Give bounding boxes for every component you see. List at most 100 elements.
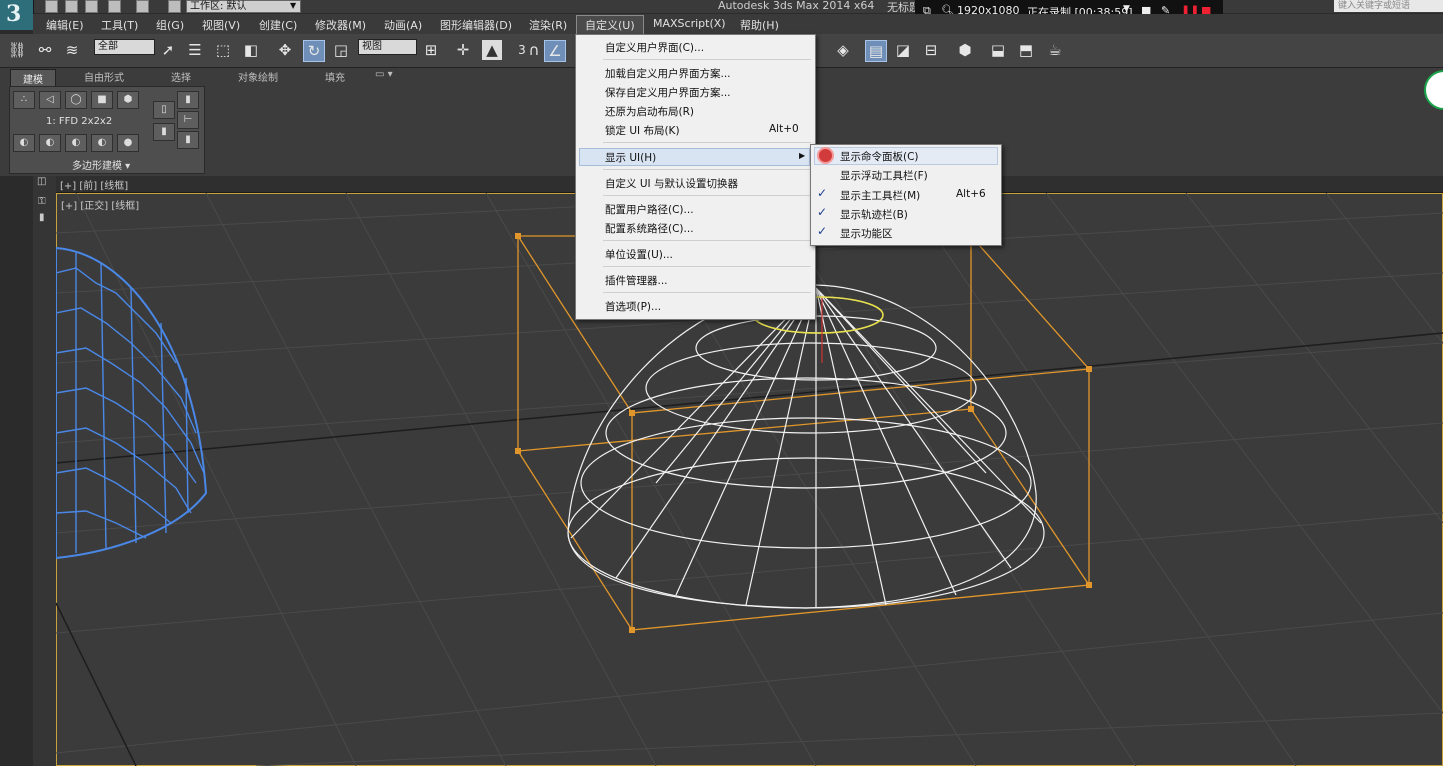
material-editor-icon[interactable]: ⬢ [955, 40, 975, 60]
layer-manager-icon[interactable]: ◈ [833, 40, 853, 60]
edge-mode-icon[interactable]: ◁ [39, 91, 61, 109]
menu-item-show-ribbon[interactable]: 显示功能区 [840, 226, 893, 241]
menu-item-show-main-toolbar[interactable]: 显示主工具栏(M) [840, 188, 920, 203]
new-file-icon[interactable] [45, 0, 58, 13]
keyboard-shortcut-override-icon[interactable]: ▲ [482, 40, 502, 60]
ribbon-tool-icon[interactable]: ⊢ [177, 111, 199, 129]
menu-item-show-ui[interactable]: 显示 UI(H) [605, 150, 656, 165]
menu-item-load-ui-scheme[interactable]: 加载自定义用户界面方案... [605, 66, 731, 81]
reference-coordinate-select[interactable]: 视图 [358, 39, 417, 55]
menu-separator [603, 240, 811, 241]
select-object-icon[interactable]: ➚ [158, 40, 178, 60]
menu-graph-editors[interactable]: 图形编辑器(D) [440, 17, 512, 33]
make-unique-icon[interactable]: ◐ [65, 134, 87, 152]
rect-selection-icon[interactable]: ⬚ [213, 40, 233, 60]
project-folder-icon[interactable] [168, 0, 181, 13]
viewport-label[interactable]: [+] [正交] [线框] [61, 197, 139, 212]
menu-item-system-paths[interactable]: 配置系统路径(C)... [605, 221, 694, 236]
checkmark-icon: ✓ [817, 186, 828, 200]
scale-icon[interactable]: ◲ [331, 40, 351, 60]
camera-icon[interactable]: ◫ [37, 176, 46, 187]
bind-space-warp-icon[interactable]: ≋ [62, 40, 82, 60]
curve-editor-icon[interactable]: ◪ [893, 40, 913, 60]
render-teapot-icon[interactable]: ☕︎ [1045, 40, 1065, 60]
tab-freeform[interactable]: 自由形式 [84, 69, 124, 84]
menu-item-show-track-bar[interactable]: 显示轨迹栏(B) [840, 207, 908, 222]
menu-item-customize-ui[interactable]: 自定义用户界面(C)... [605, 40, 704, 55]
open-file-icon[interactable] [65, 0, 78, 13]
chevron-down-icon: ▼ [290, 1, 297, 10]
selection-filter-select[interactable]: 全部 [94, 39, 155, 55]
menu-separator [603, 142, 811, 143]
menu-item-lock-ui-layout[interactable]: 锁定 UI 布局(K) [605, 123, 680, 138]
show-end-result-icon[interactable]: ◐ [39, 134, 61, 152]
menu-item-show-floating-toolbars[interactable]: 显示浮动工具栏(F) [840, 168, 928, 183]
redo-icon[interactable] [136, 0, 149, 13]
remove-modifier-icon[interactable]: ◐ [91, 134, 113, 152]
window-crossing-icon[interactable]: ◧ [241, 40, 261, 60]
menu-group[interactable]: 组(G) [156, 17, 184, 33]
menu-item-units-setup[interactable]: 单位设置(U)... [605, 247, 673, 262]
show-ui-submenu: 显示命令面板(C) 显示浮动工具栏(F) ✓ 显示主工具栏(M) Alt+6 ✓… [810, 144, 1002, 246]
vertex-mode-icon[interactable]: ∴ [13, 91, 35, 109]
magnet-icon[interactable]: ∩ [524, 40, 544, 60]
menu-modifiers[interactable]: 修改器(M) [315, 17, 366, 33]
axis-line [56, 332, 1443, 464]
lock-icon[interactable]: ⚿ [38, 196, 46, 207]
viewport-navigation-strip: ◫ ⚿ ▮ [33, 176, 56, 766]
tab-object-paint[interactable]: 对象绘制 [238, 69, 278, 84]
tab-selection[interactable]: 选择 [171, 69, 191, 84]
undo-icon[interactable] [108, 0, 121, 13]
stack-pin-icon[interactable]: ◐ [13, 134, 35, 152]
menu-separator [603, 59, 811, 60]
collapse-stack-icon[interactable]: ▮ [153, 123, 175, 141]
menu-edit[interactable]: 编辑(E) [46, 17, 84, 33]
schematic-view-icon[interactable]: ⊟ [921, 40, 941, 60]
toggle-ribbon-icon[interactable]: ▤ [865, 40, 887, 62]
select-manipulate-icon[interactable]: ✛ [453, 40, 473, 60]
menu-item-preferences[interactable]: 首选项(P)... [605, 299, 661, 314]
select-by-name-icon[interactable]: ☰ [185, 40, 205, 60]
menu-create[interactable]: 创建(C) [259, 17, 297, 33]
menu-item-ui-defaults-switcher[interactable]: 自定义 UI 与默认设置切换器 [605, 176, 738, 191]
polygon-mode-icon[interactable]: ■ [91, 91, 113, 109]
configure-sets-icon[interactable]: ● [117, 134, 139, 152]
slider-icon[interactable]: ▮ [39, 212, 45, 223]
viewport-label[interactable]: [+] [前] [线框] [60, 177, 128, 192]
menu-rendering[interactable]: 渲染(R) [529, 17, 567, 33]
save-file-icon[interactable] [85, 0, 98, 13]
angle-snap-icon[interactable]: ∠ [544, 40, 566, 62]
menu-maxscript[interactable]: MAXScript(X) [653, 17, 726, 30]
menu-help[interactable]: 帮助(H) [740, 17, 779, 33]
workspace-select[interactable]: 工作区: 默认 [186, 0, 301, 13]
panel-label[interactable]: 多边形建模 ▾ [72, 157, 130, 172]
ribbon-tool-icon[interactable]: ▮ [177, 131, 199, 149]
menu-bar: 编辑(E) 工具(T) 组(G) 视图(V) 创建(C) 修改器(M) 动画(A… [33, 14, 1443, 37]
menu-item-user-paths[interactable]: 配置用户路径(C)... [605, 202, 694, 217]
menu-item-plugin-manager[interactable]: 插件管理器... [605, 273, 668, 288]
rendered-frame-icon[interactable]: ⬒ [1016, 40, 1036, 60]
app-logo-button[interactable]: 3 [0, 0, 34, 30]
menu-views[interactable]: 视图(V) [202, 17, 240, 33]
menu-separator [603, 292, 811, 293]
menu-item-revert-layout[interactable]: 还原为启动布局(R) [605, 104, 694, 119]
menu-tools[interactable]: 工具(T) [101, 17, 138, 33]
render-setup-icon[interactable]: ⬓ [988, 40, 1008, 60]
menu-animation[interactable]: 动画(A) [384, 17, 422, 33]
search-input[interactable]: 键入关键字或短语 [1334, 0, 1443, 12]
pivot-center-icon[interactable]: ⊞ [421, 40, 441, 60]
border-mode-icon[interactable]: ◯ [65, 91, 87, 109]
element-mode-icon[interactable]: ⬢ [117, 91, 139, 109]
ribbon-tool-icon[interactable]: ▮ [177, 91, 199, 109]
menu-item-save-ui-scheme[interactable]: 保存自定义用户界面方案... [605, 85, 731, 100]
tab-populate[interactable]: 填充 [325, 69, 345, 84]
menu-item-show-command-panel[interactable]: 显示命令面板(C) [840, 149, 919, 164]
unlink-icon[interactable]: ⚯ [35, 40, 55, 60]
geosphere-object[interactable] [56, 246, 208, 560]
edit-poly-mode-icon[interactable]: ▯ [153, 101, 175, 119]
chevron-down-icon[interactable]: ▼ [1123, 4, 1130, 14]
ribbon-options-icon[interactable]: ▭ ▾ [375, 69, 393, 80]
move-icon[interactable]: ✥ [275, 40, 295, 60]
rotate-icon[interactable]: ↻ [303, 40, 325, 62]
link-icon[interactable]: ⛓ [7, 40, 27, 60]
